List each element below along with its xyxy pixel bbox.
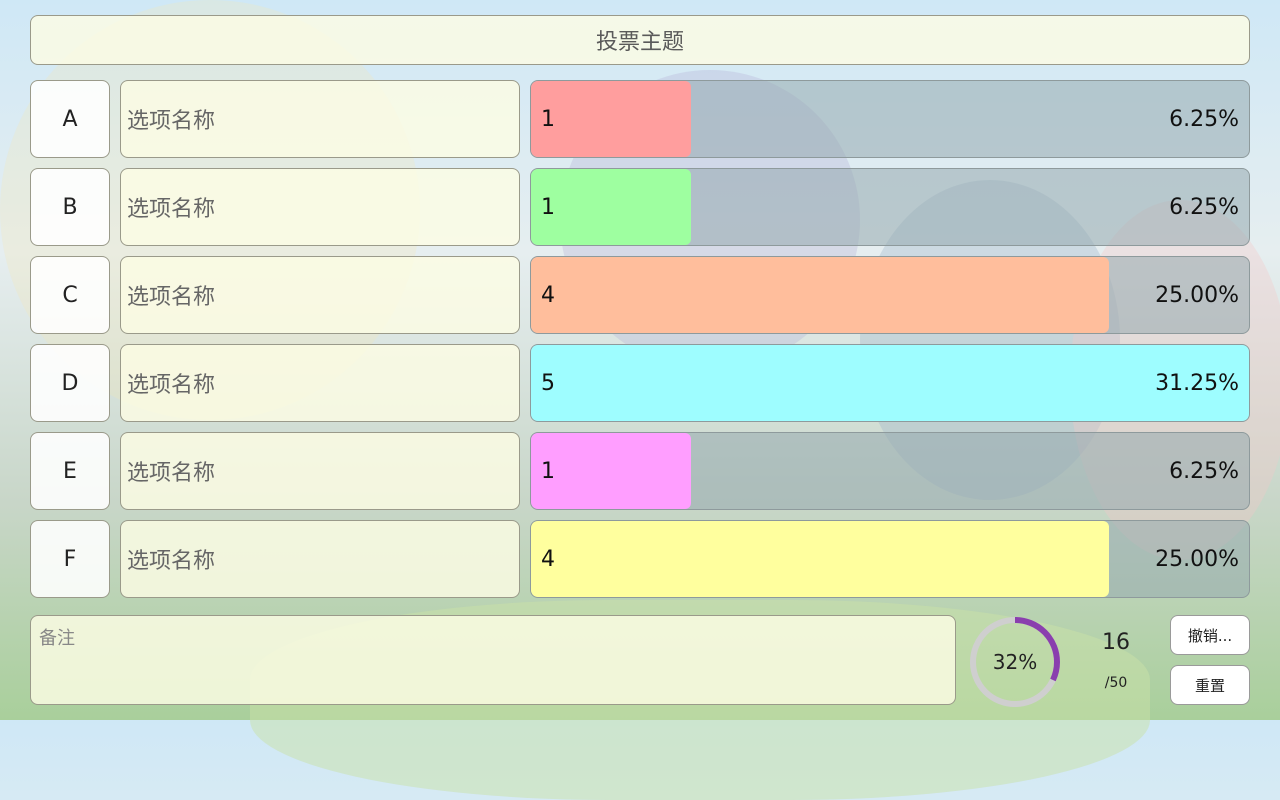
vote-bar-percent: 25.00% (1155, 546, 1239, 572)
option-letter: B (30, 168, 110, 246)
vote-bar-percent: 25.00% (1155, 282, 1239, 308)
vote-bar[interactable]: 1 6.25% (530, 168, 1250, 246)
vote-title-field[interactable]: 投票主题 (30, 15, 1250, 65)
option-name-field[interactable]: 选项名称 (120, 256, 520, 334)
option-letter: F (30, 520, 110, 598)
vote-bar-count: 1 (541, 106, 555, 132)
option-name-field[interactable]: 选项名称 (120, 168, 520, 246)
vote-count: 16 (1102, 630, 1130, 655)
note-field[interactable]: 备注 (30, 615, 956, 705)
vote-bar-fill (531, 345, 1249, 421)
vote-bar-percent: 6.25% (1169, 194, 1239, 220)
progress-percent-label: 32% (992, 650, 1038, 674)
vote-bar-count: 5 (541, 370, 555, 396)
undo-button[interactable]: 撤销... (1170, 615, 1250, 655)
vote-bar[interactable]: 4 25.00% (530, 520, 1250, 598)
vote-bar-fill (531, 257, 1110, 333)
vote-total: /50 (1104, 675, 1128, 691)
vote-bar-count: 1 (541, 458, 555, 484)
vote-bar[interactable]: 4 25.00% (530, 256, 1250, 334)
vote-bar-count: 4 (541, 282, 555, 308)
option-letter: C (30, 256, 110, 334)
vote-bar-percent: 6.25% (1169, 458, 1239, 484)
option-letter: E (30, 432, 110, 510)
vote-bar-percent: 6.25% (1169, 106, 1239, 132)
vote-bar[interactable]: 1 6.25% (530, 80, 1250, 158)
option-name-field[interactable]: 选项名称 (120, 432, 520, 510)
vote-bar-count: 1 (541, 194, 555, 220)
option-letter: D (30, 344, 110, 422)
vote-bar[interactable]: 5 31.25% (530, 344, 1250, 422)
vote-bar-count: 4 (541, 546, 555, 572)
vote-bar-percent: 31.25% (1155, 370, 1239, 396)
option-name-field[interactable]: 选项名称 (120, 344, 520, 422)
vote-bar-fill (531, 521, 1110, 597)
option-name-field[interactable]: 选项名称 (120, 520, 520, 598)
reset-button[interactable]: 重置 (1170, 665, 1250, 705)
option-letter: A (30, 80, 110, 158)
vote-bar[interactable]: 1 6.25% (530, 432, 1250, 510)
option-name-field[interactable]: 选项名称 (120, 80, 520, 158)
